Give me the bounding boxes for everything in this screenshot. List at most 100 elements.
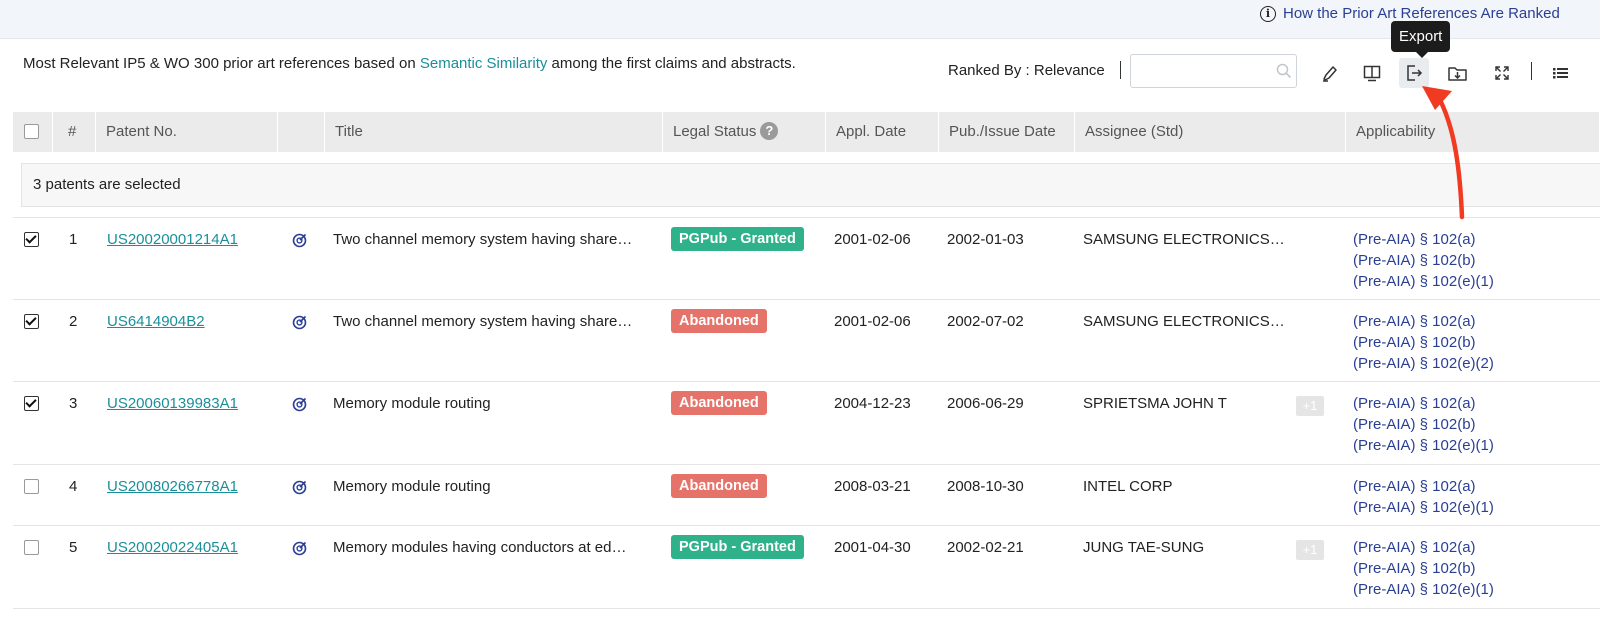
header-applicability[interactable]: Applicability	[1346, 112, 1600, 152]
assignee[interactable]: SAMSUNG ELECTRONICS…	[1083, 231, 1285, 248]
table-header: # Patent No. Title Legal Status? Appl. D…	[13, 112, 1600, 152]
legal-status-badge: PGPub - Granted	[671, 535, 804, 559]
appl-date: 2001-02-06	[834, 313, 911, 330]
row-checkbox[interactable]	[24, 540, 39, 555]
export-icon[interactable]	[1399, 58, 1429, 88]
applicability-item[interactable]: (Pre-AIA) § 102(a)	[1353, 393, 1494, 414]
header-legal-status[interactable]: Legal Status?	[663, 112, 826, 152]
ranking-info-link[interactable]: How the Prior Art References Are Ranked	[1283, 5, 1560, 22]
applicability-item[interactable]: (Pre-AIA) § 102(e)(1)	[1353, 271, 1494, 292]
more-assignees-badge[interactable]: +1	[1296, 540, 1324, 560]
pub-date: 2002-01-03	[947, 231, 1024, 248]
pub-date: 2008-10-30	[947, 478, 1024, 495]
table-row[interactable]: 4 US20080266778A1 Memory module routing Aba…	[13, 464, 1600, 526]
applicability-item[interactable]: (Pre-AIA) § 102(e)(1)	[1353, 497, 1494, 518]
patent-title[interactable]: Two channel memory system having share…	[333, 231, 632, 248]
header-patent-no[interactable]: Patent No.	[96, 112, 278, 152]
description-text-start: Most Relevant IP5 & WO 300 prior art ref…	[23, 55, 420, 72]
patent-number-link[interactable]: US20020022405A1	[107, 539, 238, 556]
patent-number-link[interactable]: US6414904B2	[107, 313, 205, 330]
table-bottom-border	[13, 608, 1600, 609]
legal-status-badge: Abandoned	[671, 391, 767, 415]
description-text-end: among the first claims and abstracts.	[547, 55, 796, 72]
highlighter-icon[interactable]	[1315, 58, 1345, 88]
patent-number-link[interactable]: US20020001214A1	[107, 231, 238, 248]
toolbar-divider	[1120, 61, 1121, 79]
split-view-icon[interactable]	[1357, 58, 1387, 88]
row-checkbox[interactable]	[24, 396, 39, 411]
patent-title[interactable]: Memory modules having conductors at ed…	[333, 539, 626, 556]
more-assignees-badge[interactable]: +1	[1296, 396, 1324, 416]
similarity-icon[interactable]	[292, 397, 307, 416]
pub-date: 2002-07-02	[947, 313, 1024, 330]
applicability-item[interactable]: (Pre-AIA) § 102(e)(2)	[1353, 353, 1494, 374]
row-number: 5	[69, 539, 78, 556]
top-bar: i How the Prior Art References Are Ranke…	[0, 0, 1600, 39]
selection-summary: 3 patents are selected	[21, 163, 1600, 207]
patent-number-link[interactable]: US20080266778A1	[107, 478, 238, 495]
applicability-item[interactable]: (Pre-AIA) § 102(b)	[1353, 250, 1494, 271]
header-appl-date[interactable]: Appl. Date	[826, 112, 939, 152]
assignee[interactable]: JUNG TAE-SUNG	[1083, 539, 1204, 556]
table-row[interactable]: 1 US20020001214A1 Two channel memory syste…	[13, 217, 1600, 300]
ranked-by-label[interactable]: Ranked By : Relevance	[948, 62, 1105, 79]
patent-title[interactable]: Memory module routing	[333, 395, 491, 412]
legal-status-badge: Abandoned	[671, 474, 767, 498]
select-all-header	[13, 112, 53, 152]
row-number: 2	[69, 313, 78, 330]
row-checkbox[interactable]	[24, 479, 39, 494]
header-title[interactable]: Title	[325, 112, 663, 152]
assignee[interactable]: INTEL CORP	[1083, 478, 1172, 495]
pub-date: 2006-06-29	[947, 395, 1024, 412]
list-view-icon[interactable]	[1545, 58, 1575, 88]
applicability-item[interactable]: (Pre-AIA) § 102(e)(1)	[1353, 435, 1494, 456]
patent-number-link[interactable]: US20060139983A1	[107, 395, 238, 412]
search-box[interactable]	[1130, 54, 1297, 88]
search-icon[interactable]	[1276, 63, 1292, 83]
assignee[interactable]: SAMSUNG ELECTRONICS…	[1083, 313, 1285, 330]
appl-date: 2004-12-23	[834, 395, 911, 412]
applicability-item[interactable]: (Pre-AIA) § 102(b)	[1353, 332, 1494, 353]
similarity-icon[interactable]	[292, 541, 307, 560]
similarity-icon[interactable]	[292, 480, 307, 499]
header-pub-date[interactable]: Pub./Issue Date	[939, 112, 1075, 152]
row-number: 1	[69, 231, 78, 248]
annotation-arrow-head	[1422, 86, 1452, 110]
table-row[interactable]: 3 US20060139983A1 Memory module routing Aba…	[13, 381, 1600, 465]
help-icon[interactable]: ?	[760, 122, 779, 140]
expand-icon[interactable]	[1487, 58, 1517, 88]
similarity-icon[interactable]	[292, 315, 307, 334]
assignee[interactable]: SPRIETSMA JOHN T	[1083, 395, 1227, 412]
applicability-list: (Pre-AIA) § 102(a) (Pre-AIA) § 102(b) (Pre…	[1353, 311, 1494, 374]
header-number[interactable]: #	[53, 112, 96, 152]
header-assignee[interactable]: Assignee (Std)	[1075, 112, 1346, 152]
table-row[interactable]: 5 US20020022405A1 Memory modules having co…	[13, 525, 1600, 609]
row-checkbox[interactable]	[24, 232, 39, 247]
table-row[interactable]: 2 US6414904B2 Two channel memory system ha…	[13, 299, 1600, 382]
patent-title[interactable]: Memory module routing	[333, 478, 491, 495]
applicability-list: (Pre-AIA) § 102(a) (Pre-AIA) § 102(b) (Pre…	[1353, 229, 1494, 292]
header-legal-status-label: Legal Status	[673, 123, 757, 140]
applicability-item[interactable]: (Pre-AIA) § 102(a)	[1353, 476, 1494, 497]
search-input[interactable]	[1139, 56, 1283, 88]
applicability-item[interactable]: (Pre-AIA) § 102(b)	[1353, 414, 1494, 435]
applicability-list: (Pre-AIA) § 102(a) (Pre-AIA) § 102(e)(1)	[1353, 476, 1494, 518]
applicability-item[interactable]: (Pre-AIA) § 102(b)	[1353, 558, 1494, 579]
header-family-icon	[278, 112, 325, 152]
row-number: 4	[69, 478, 78, 495]
applicability-item[interactable]: (Pre-AIA) § 102(e)(1)	[1353, 579, 1494, 600]
toolbar-divider	[1531, 62, 1532, 80]
select-all-checkbox[interactable]	[24, 124, 39, 139]
applicability-item[interactable]: (Pre-AIA) § 102(a)	[1353, 537, 1494, 558]
applicability-item[interactable]: (Pre-AIA) § 102(a)	[1353, 311, 1494, 332]
row-number: 3	[69, 395, 78, 412]
row-checkbox[interactable]	[24, 314, 39, 329]
applicability-item[interactable]: (Pre-AIA) § 102(a)	[1353, 229, 1494, 250]
legal-status-badge: PGPub - Granted	[671, 227, 804, 251]
patent-title[interactable]: Two channel memory system having share…	[333, 313, 632, 330]
semantic-similarity-link[interactable]: Semantic Similarity	[420, 55, 548, 72]
similarity-icon[interactable]	[292, 233, 307, 252]
appl-date: 2008-03-21	[834, 478, 911, 495]
save-to-folder-icon[interactable]	[1443, 58, 1473, 88]
applicability-list: (Pre-AIA) § 102(a) (Pre-AIA) § 102(b) (Pre…	[1353, 393, 1494, 456]
